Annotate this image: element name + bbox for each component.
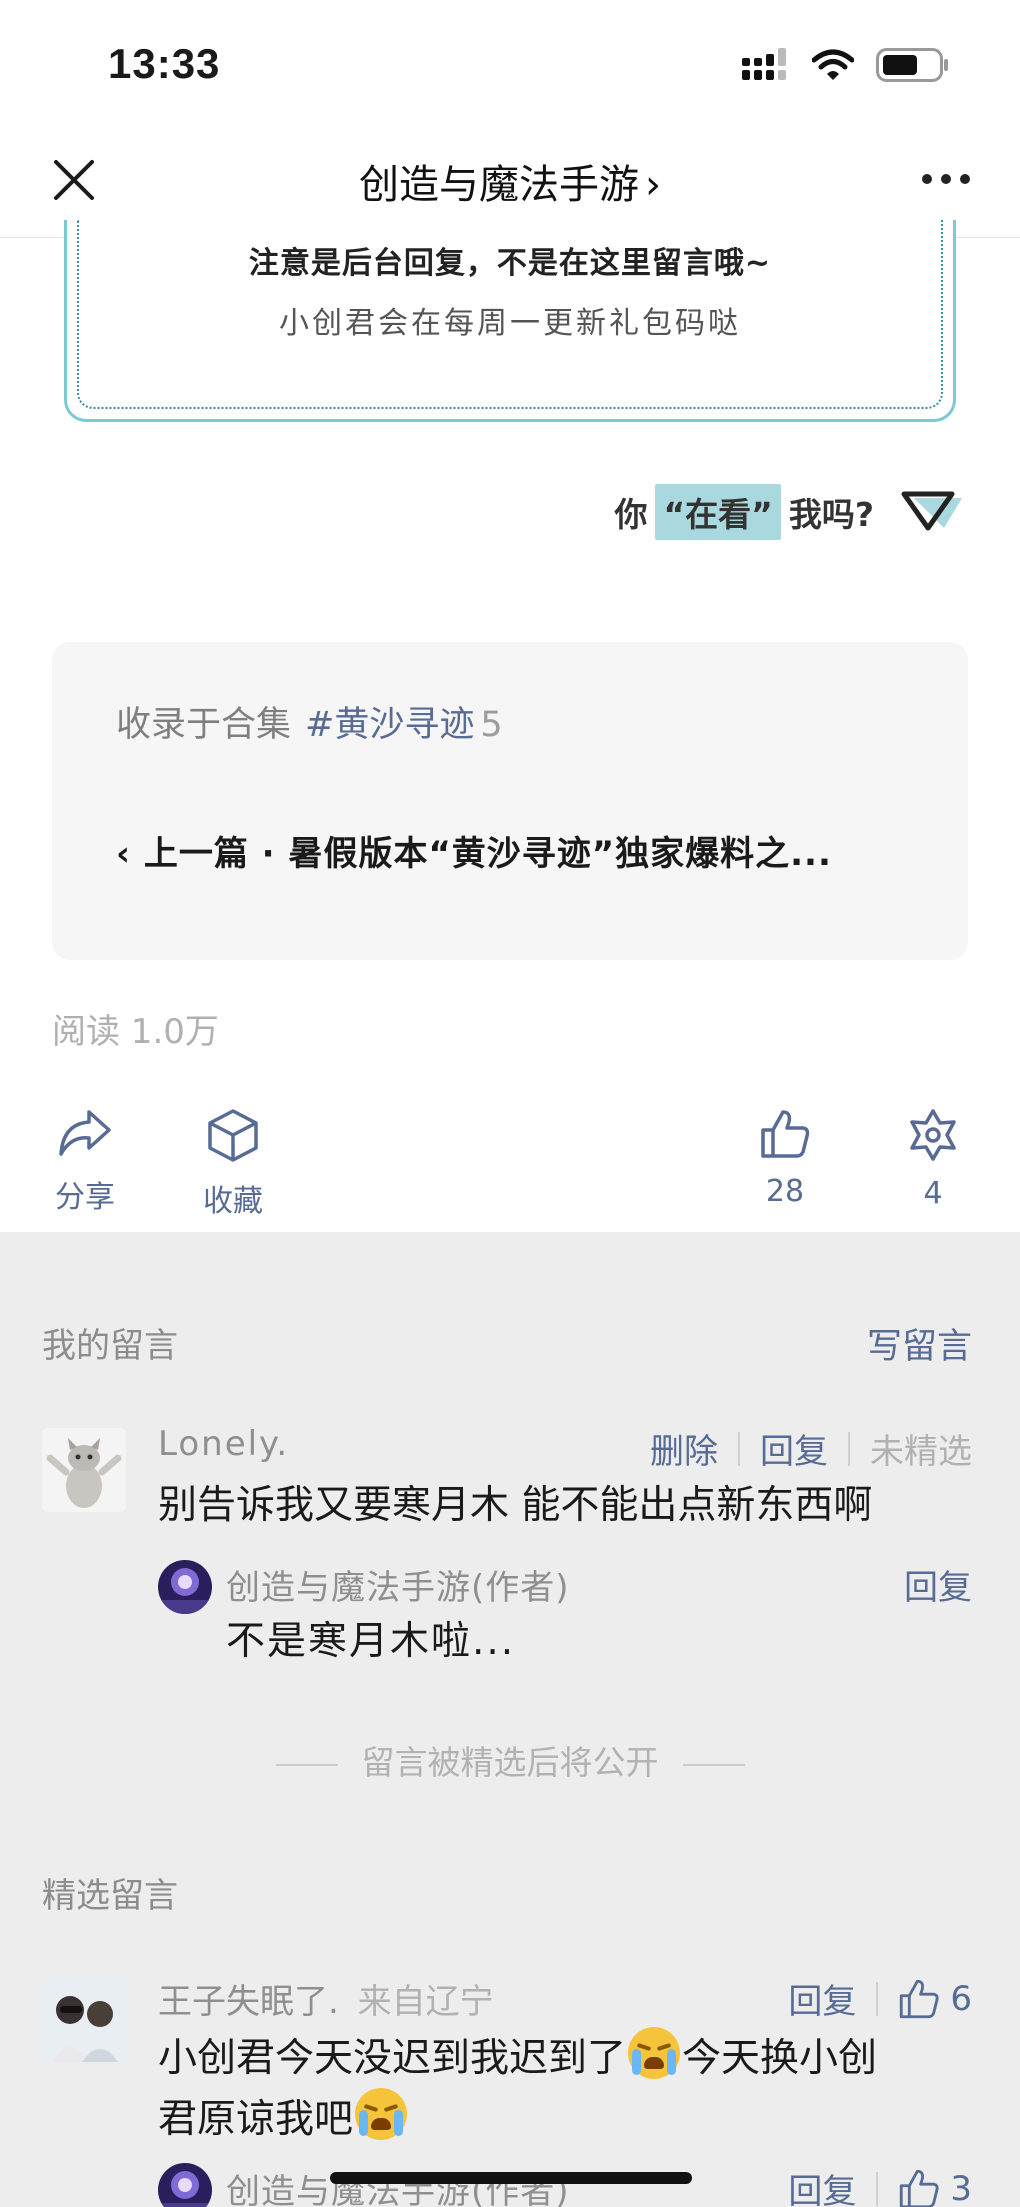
divider bbox=[738, 1431, 740, 1466]
reply-button[interactable]: 回复 bbox=[904, 1560, 972, 1609]
comment-text-part: 今天换小创 bbox=[682, 2036, 878, 2081]
reply-button[interactable]: 回复 bbox=[788, 1974, 856, 2023]
comment-text-part: 小创君今天没迟到我迟到了 bbox=[158, 2036, 627, 2081]
like-count: 3 bbox=[950, 2168, 972, 2207]
author-name: 创造与魔法手游(作者) bbox=[226, 2172, 570, 2207]
account-title[interactable]: 创造与魔法手游 › bbox=[0, 152, 1020, 210]
like-count: 6 bbox=[950, 1978, 972, 2019]
status-icons bbox=[742, 48, 950, 82]
delete-button[interactable]: 删除 bbox=[650, 1424, 718, 1473]
zaikan-highlight: “在看” bbox=[655, 484, 781, 540]
commenter-name-row: 王子失眠了. 来自辽宁 bbox=[158, 1974, 494, 2023]
thumbs-up-icon bbox=[761, 1110, 810, 1158]
featured-comments-title: 精选留言 bbox=[42, 1876, 178, 1916]
more-icon[interactable] bbox=[922, 174, 970, 184]
commenter-location: 来自辽宁 bbox=[357, 1982, 494, 2022]
comment-text-part: 君原谅我吧 bbox=[158, 2097, 354, 2142]
reply-button[interactable]: 回复 bbox=[788, 2164, 856, 2207]
share-button[interactable]: 分享 bbox=[30, 1108, 140, 1216]
commenter-name: 王子失眠了. bbox=[158, 1982, 339, 2022]
comment-ops: 回复 6 bbox=[788, 1974, 972, 2023]
commenter-name: Lonely. bbox=[158, 1424, 290, 1464]
wow-count: 4 bbox=[923, 1176, 943, 1211]
notice-line-1: 注意是后台回复，不是在这里留言哦~ bbox=[248, 246, 772, 281]
account-name: 创造与魔法手游 bbox=[359, 162, 639, 208]
comment-text: 别告诉我又要寒月木 能不能出点新东西啊 bbox=[158, 1483, 873, 1528]
zaikan-before: 你 bbox=[614, 495, 648, 534]
crying-emoji-icon bbox=[628, 2027, 681, 2079]
author-reply-ops: 回复 bbox=[904, 1560, 972, 1609]
divider bbox=[876, 1981, 879, 2016]
prev-article-link[interactable]: ‹ 上一篇 · 暑假版本“黄沙寻迹”独家爆料之... bbox=[116, 826, 832, 875]
reply-button[interactable]: 回复 bbox=[760, 1424, 828, 1473]
divider bbox=[682, 1763, 745, 1766]
zaikan-after: 我吗? bbox=[788, 495, 874, 534]
collection-card: 收录于合集 #黄沙寻迹 5 ‹ 上一篇 · 暑假版本“黄沙寻迹”独家爆料之... bbox=[52, 642, 968, 960]
divider bbox=[848, 1431, 850, 1466]
status-time: 13:33 bbox=[108, 40, 221, 87]
chevron-right-icon: › bbox=[645, 162, 661, 208]
collection-prefix: 收录于合集 bbox=[116, 705, 292, 745]
unfeatured-status: 未精选 bbox=[870, 1432, 972, 1472]
notice-line-2: 小创君会在每周一更新礼包码哒 bbox=[279, 306, 741, 341]
write-comment-button[interactable]: 写留言 bbox=[867, 1318, 972, 1369]
author-avatar-image bbox=[158, 2163, 212, 2207]
notice-box: 注意是后台回复，不是在这里留言哦~ 小创君会在每周一更新礼包码哒 bbox=[64, 220, 956, 422]
author-avatar-image bbox=[158, 1560, 212, 1614]
cellular-signal-icon bbox=[742, 48, 786, 80]
author-reply-ops: 回复 3 bbox=[788, 2164, 972, 2207]
thumbs-up-icon[interactable] bbox=[898, 1978, 940, 2020]
author-avatar[interactable] bbox=[158, 1560, 212, 1614]
read-count: 阅读 1.0万 bbox=[52, 1012, 219, 1052]
thumbs-up-icon[interactable] bbox=[898, 2168, 940, 2207]
crying-emoji-icon bbox=[355, 2088, 408, 2140]
share-label: 分享 bbox=[55, 1180, 115, 1215]
featured-note: 留言被精选后将公开 bbox=[0, 1736, 1020, 1784]
featured-note-text: 留言被精选后将公开 bbox=[361, 1743, 659, 1782]
comment-ops: 删除 回复 未精选 bbox=[650, 1424, 972, 1473]
wifi-icon bbox=[812, 49, 854, 80]
share-icon bbox=[59, 1110, 111, 1156]
couple-avatar-image bbox=[42, 1978, 126, 2062]
author-name: 创造与魔法手游(作者) bbox=[226, 1568, 570, 1608]
divider bbox=[876, 2171, 879, 2206]
triangle-icon bbox=[901, 491, 962, 531]
divider bbox=[275, 1763, 338, 1766]
wow-button[interactable]: 4 bbox=[878, 1108, 988, 1211]
star-icon bbox=[910, 1109, 956, 1161]
favorite-label: 收藏 bbox=[203, 1184, 263, 1219]
collection-count: 5 bbox=[480, 705, 503, 745]
like-count: 28 bbox=[765, 1174, 805, 1209]
my-comments-title: 我的留言 bbox=[42, 1326, 178, 1366]
author-avatar[interactable] bbox=[158, 2163, 212, 2207]
comment-text: 小创君今天没迟到我迟到了 今天换小创 君原谅我吧 bbox=[158, 2027, 877, 2149]
battery-icon bbox=[876, 48, 948, 82]
like-button[interactable]: 28 bbox=[730, 1108, 840, 1209]
avatar[interactable] bbox=[42, 1428, 126, 1512]
cat-avatar-image bbox=[42, 1428, 126, 1512]
home-indicator[interactable] bbox=[330, 2172, 692, 2184]
avatar[interactable] bbox=[42, 1978, 126, 2062]
favorite-button[interactable]: 收藏 bbox=[178, 1108, 288, 1220]
zaikan-prompt: 你 “在看” 我吗? bbox=[614, 484, 964, 540]
collection-tag[interactable]: #黄沙寻迹 bbox=[305, 705, 474, 745]
author-reply-text: 不是寒月木啦... bbox=[226, 1619, 516, 1664]
collection-row[interactable]: 收录于合集 #黄沙寻迹 5 bbox=[116, 696, 503, 747]
cube-icon bbox=[208, 1109, 258, 1162]
